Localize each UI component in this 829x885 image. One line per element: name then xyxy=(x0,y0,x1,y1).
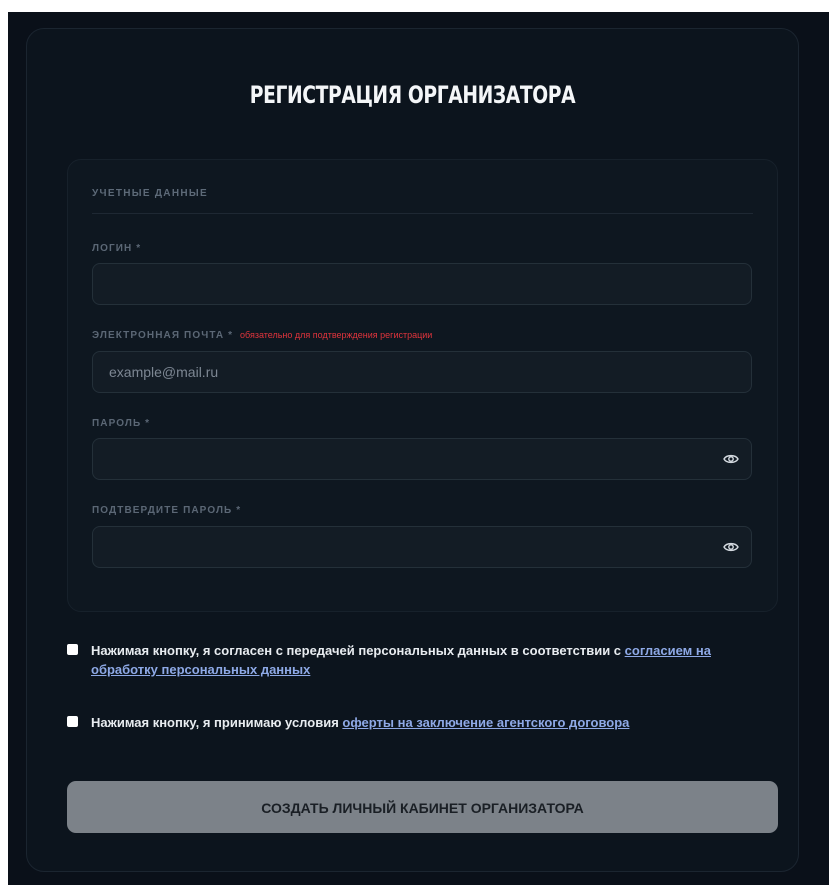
email-required-note: обязательно для подтверждения регистраци… xyxy=(239,330,433,340)
create-account-button[interactable]: СОЗДАТЬ ЛИЧНЫЙ КАБИНЕТ ОРГАНИЗАТОРА xyxy=(67,781,778,833)
email-label-text: ЭЛЕКТРОННАЯ ПОЧТА * xyxy=(92,330,234,341)
personal-data-checkbox[interactable] xyxy=(67,644,78,655)
login-label: ЛОГИН * xyxy=(92,243,141,254)
personal-data-consent-label: Нажимая кнопку, я согласен с передачей п… xyxy=(91,643,625,658)
personal-data-consent-text: Нажимая кнопку, я согласен с передачей п… xyxy=(91,641,767,679)
section-divider xyxy=(92,213,753,214)
login-label-text: ЛОГИН * xyxy=(92,243,142,254)
offer-consent-label: Нажимая кнопку, я принимаю условия xyxy=(91,715,343,730)
offer-consent-link[interactable]: оферты на заключение агентского договора xyxy=(342,715,629,730)
offer-checkbox[interactable] xyxy=(67,716,78,727)
confirm-password-label: ПОДТВЕРДИТЕ ПАРОЛЬ * xyxy=(92,505,241,516)
eye-icon[interactable] xyxy=(723,452,739,466)
page-title: РЕГИСТРАЦИЯ ОРГАНИЗАТОРА xyxy=(249,81,576,109)
eye-icon[interactable] xyxy=(723,540,739,554)
credentials-section: УЧЕТНЫЕ ДАННЫЕ ЛОГИН * ЭЛЕКТРОННАЯ ПОЧТА… xyxy=(67,159,778,612)
page-background: РЕГИСТРАЦИЯ ОРГАНИЗАТОРА УЧЕТНЫЕ ДАННЫЕ … xyxy=(8,12,829,885)
password-label: ПАРОЛЬ * xyxy=(92,418,150,429)
password-label-text: ПАРОЛЬ * xyxy=(92,418,151,429)
confirm-password-field-wrapper xyxy=(92,526,752,568)
login-field-wrapper xyxy=(92,263,752,305)
login-input[interactable] xyxy=(93,264,751,304)
email-field-wrapper xyxy=(92,351,752,393)
password-field-wrapper xyxy=(92,438,752,480)
email-label: ЭЛЕКТРОННАЯ ПОЧТА * обязательно для подт… xyxy=(92,330,432,341)
confirm-password-label-text: ПОДТВЕРДИТЕ ПАРОЛЬ * xyxy=(92,505,242,516)
section-title: УЧЕТНЫЕ ДАННЫЕ xyxy=(92,188,208,199)
password-input[interactable] xyxy=(93,439,751,479)
email-input[interactable] xyxy=(93,352,751,392)
offer-consent-text: Нажимая кнопку, я принимаю условия оферт… xyxy=(91,713,767,732)
confirm-password-input[interactable] xyxy=(93,527,751,567)
registration-card: РЕГИСТРАЦИЯ ОРГАНИЗАТОРА УЧЕТНЫЕ ДАННЫЕ … xyxy=(26,28,799,872)
